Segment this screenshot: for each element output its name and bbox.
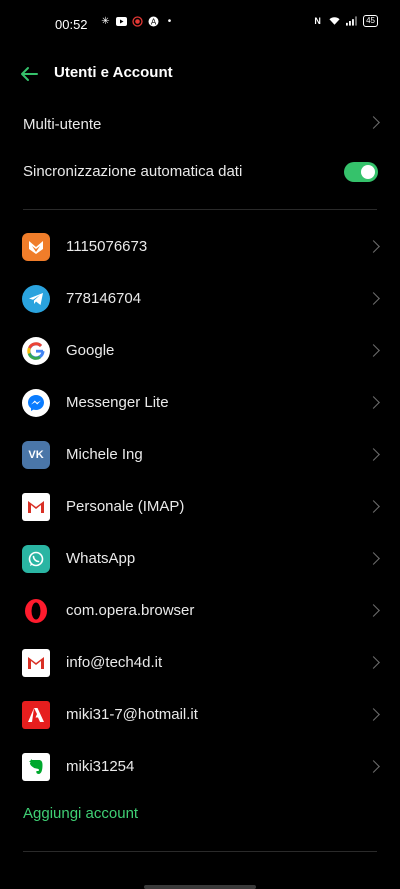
- account-label: info@tech4d.it: [66, 654, 163, 671]
- account-item[interactable]: Google: [0, 326, 400, 378]
- chevron-right-icon: [367, 656, 380, 669]
- chevron-right-icon: [367, 760, 380, 773]
- account-item[interactable]: com.opera.browser: [0, 586, 400, 638]
- account-label: Michele Ing: [66, 446, 143, 463]
- status-bar: 00:52 ✳ A • N 45: [0, 0, 400, 48]
- app-notification-icon: A: [148, 16, 159, 27]
- account-label: 1115076673: [66, 238, 148, 255]
- gmail-icon: [22, 649, 50, 677]
- chevron-right-icon: [367, 292, 380, 305]
- nfc-icon: N: [314, 16, 321, 26]
- account-label: miki31-7@hotmail.it: [66, 706, 198, 723]
- account-label: 778146704: [66, 290, 142, 307]
- account-item[interactable]: Personale (IMAP): [0, 482, 400, 534]
- chevron-right-icon: [367, 116, 380, 129]
- account-label: com.opera.browser: [66, 602, 195, 619]
- battery-icon: 45: [363, 15, 378, 27]
- telegram-icon: [22, 285, 50, 313]
- google-icon: [22, 337, 50, 365]
- account-label: Personale (IMAP): [66, 498, 185, 515]
- whatsapp-icon: [22, 545, 50, 573]
- system-icons: N 45: [312, 15, 378, 27]
- account-label: Messenger Lite: [66, 394, 169, 411]
- signal-icon: [346, 16, 358, 27]
- chevron-right-icon: [367, 396, 380, 409]
- adobe-icon: [22, 701, 50, 729]
- account-label: WhatsApp: [66, 550, 136, 567]
- slack-icon: ✳: [101, 16, 110, 27]
- gesture-nav-bar[interactable]: [144, 885, 256, 889]
- add-account-link[interactable]: Aggiungi account: [23, 805, 138, 822]
- app-header: Utenti e Account: [0, 52, 400, 96]
- multi-user-label: Multi-utente: [23, 116, 102, 133]
- account-item[interactable]: VK Michele Ing: [0, 430, 400, 482]
- wifi-icon: [329, 16, 340, 27]
- account-label: Google: [66, 342, 115, 359]
- multi-user-row[interactable]: Multi-utente: [0, 105, 400, 145]
- divider: [23, 851, 377, 852]
- chevron-right-icon: [367, 240, 380, 253]
- account-item[interactable]: 778146704: [0, 274, 400, 326]
- orange-fox-icon: [22, 233, 50, 261]
- vk-icon: VK: [22, 441, 50, 469]
- back-arrow-icon[interactable]: [18, 63, 40, 85]
- auto-sync-label: Sincronizzazione automatica dati: [23, 163, 243, 180]
- messenger-icon: [22, 389, 50, 417]
- status-time: 00:52: [55, 17, 88, 32]
- gmail-icon: [22, 493, 50, 521]
- record-icon: [132, 16, 143, 27]
- chevron-right-icon: [367, 448, 380, 461]
- chevron-right-icon: [367, 500, 380, 513]
- account-label: miki31254: [66, 758, 135, 775]
- chevron-right-icon: [367, 604, 380, 617]
- account-item[interactable]: miki31254: [0, 742, 400, 794]
- account-item[interactable]: Messenger Lite: [0, 378, 400, 430]
- opera-icon: [22, 597, 50, 625]
- account-item[interactable]: 1115076673: [0, 222, 400, 274]
- toggle-knob: [361, 165, 375, 179]
- svg-text:A: A: [151, 17, 157, 26]
- page-title: Utenti e Account: [54, 64, 173, 81]
- auto-sync-row[interactable]: Sincronizzazione automatica dati: [0, 152, 400, 192]
- notification-icons: ✳ A •: [100, 16, 175, 27]
- youtube-icon: [116, 16, 127, 27]
- divider: [23, 209, 377, 210]
- chevron-right-icon: [367, 552, 380, 565]
- account-item[interactable]: miki31-7@hotmail.it: [0, 690, 400, 742]
- account-item[interactable]: info@tech4d.it: [0, 638, 400, 690]
- chevron-right-icon: [367, 344, 380, 357]
- account-item[interactable]: WhatsApp: [0, 534, 400, 586]
- evernote-icon: [22, 753, 50, 781]
- auto-sync-toggle[interactable]: [344, 162, 378, 182]
- dot-icon: •: [167, 16, 172, 27]
- chevron-right-icon: [367, 708, 380, 721]
